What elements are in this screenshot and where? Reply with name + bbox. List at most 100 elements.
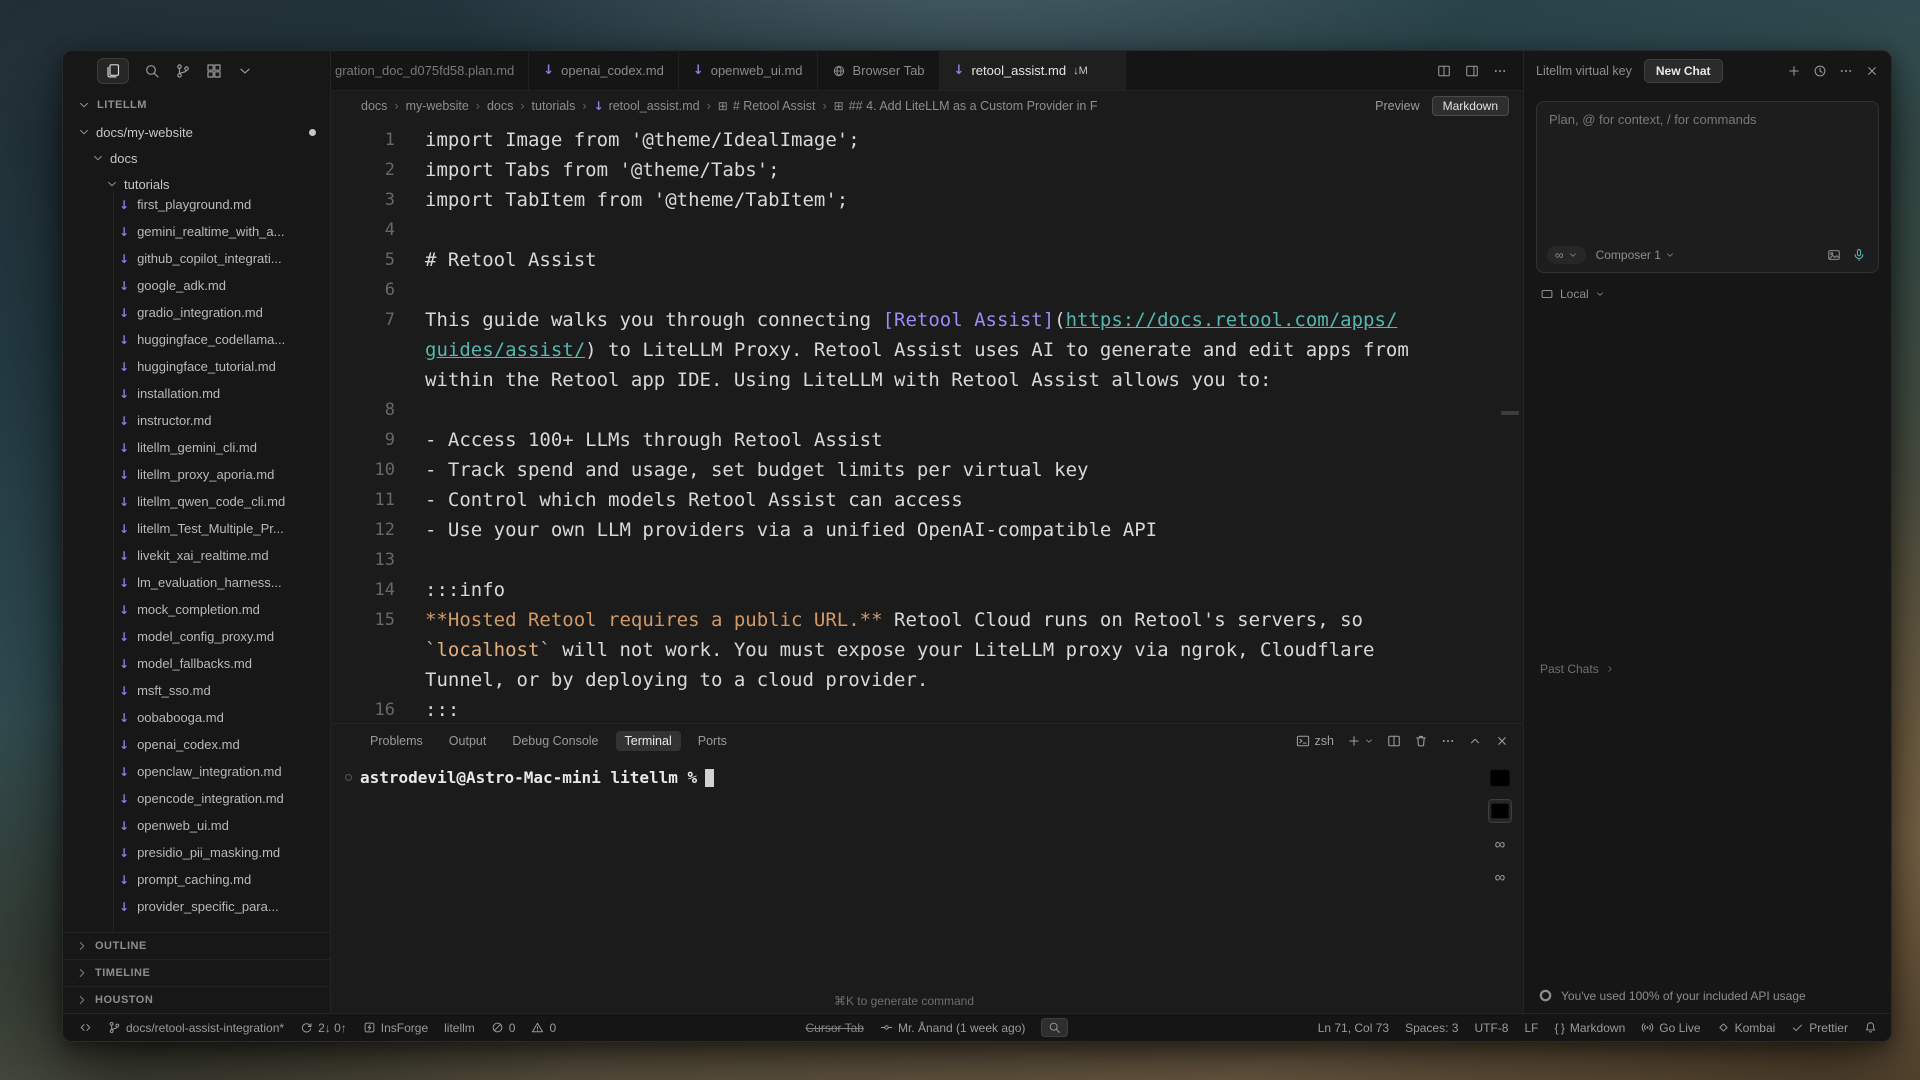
status-insforge[interactable]: InsForge (363, 1021, 428, 1035)
sidebar-section-outline[interactable]: OUTLINE (63, 932, 330, 959)
file-openweb-ui-md[interactable]: ↓openweb_ui.md (63, 812, 330, 839)
model-selector[interactable]: ∞ (1547, 246, 1586, 264)
status-2-0[interactable]: 2↓ 0↑ (300, 1021, 347, 1035)
sidebar-section-timeline[interactable]: TIMELINE (63, 959, 330, 986)
status-litellm[interactable]: litellm (444, 1021, 475, 1035)
terminal-icon[interactable] (1488, 766, 1512, 790)
add-chat-icon[interactable] (1787, 64, 1801, 78)
status-remote[interactable] (79, 1021, 92, 1034)
customize-layout-icon[interactable] (1465, 64, 1479, 78)
composer-selector[interactable]: Composer 1 (1596, 248, 1675, 262)
panel-tab-ports[interactable]: Ports (689, 731, 736, 751)
panel-tab-output[interactable]: Output (440, 731, 496, 751)
status-0[interactable]: 0 (491, 1021, 516, 1035)
close-panel-icon[interactable] (1495, 734, 1509, 748)
infinity-icon[interactable]: ∞ (1488, 832, 1512, 856)
new-chat-button[interactable]: New Chat (1644, 59, 1723, 83)
folder-docs[interactable]: docs (63, 145, 330, 171)
status-utf-8[interactable]: UTF-8 (1474, 1021, 1508, 1035)
status-0[interactable]: 0 (531, 1021, 556, 1035)
file-litellm-proxy-aporia-md[interactable]: ↓litellm_proxy_aporia.md (63, 461, 330, 488)
terminal-icon[interactable] (1488, 799, 1512, 823)
sidebar-section-houston[interactable]: HOUSTON (63, 986, 330, 1013)
past-chats[interactable]: Past Chats (1524, 662, 1891, 676)
image-icon[interactable] (1827, 248, 1841, 262)
file-huggingface-tutorial-md[interactable]: ↓huggingface_tutorial.md (63, 353, 330, 380)
file-provider-specific-para[interactable]: ↓provider_specific_para... (63, 893, 330, 920)
status-markdown[interactable]: { }Markdown (1554, 1021, 1625, 1035)
mode-selector[interactable]: Local (1524, 281, 1891, 307)
search-button[interactable] (144, 63, 160, 79)
file-first-playground-md[interactable]: ↓first_playground.md (63, 191, 330, 218)
terminal-more-icon[interactable] (1441, 734, 1455, 748)
tab-openai-codex-md[interactable]: ↓openai_codex.md (529, 51, 679, 90)
files-button[interactable] (97, 58, 129, 84)
file-litellm-gemini-cli-md[interactable]: ↓litellm_gemini_cli.md (63, 434, 330, 461)
terminal-content[interactable]: astrodevil@Astro-Mac-mini litellm % (331, 758, 1477, 1013)
close-chat-panel-icon[interactable] (1865, 64, 1879, 78)
file-gemini-realtime-with-a[interactable]: ↓gemini_realtime_with_a... (63, 218, 330, 245)
folder-docs-my-website[interactable]: docs/my-website (63, 119, 330, 145)
file-mock-completion-md[interactable]: ↓mock_completion.md (63, 596, 330, 623)
breadcrumb-item-4-add-litellm-as-a-custom-provider-in-f[interactable]: ⊞## 4. Add LiteLLM as a Custom Provider … (834, 99, 1098, 113)
file-installation-md[interactable]: ↓installation.md (63, 380, 330, 407)
tab-gration-doc-d075fd58-plan-md[interactable]: gration_doc_d075fd58.plan.md (331, 51, 529, 90)
file-gradio-integration-md[interactable]: ↓gradio_integration.md (63, 299, 330, 326)
status-spaces-3[interactable]: Spaces: 3 (1405, 1021, 1458, 1035)
status-go-live[interactable]: Go Live (1641, 1021, 1700, 1035)
file-opencode-integration-md[interactable]: ↓opencode_integration.md (63, 785, 330, 812)
tab-retool-assist-md[interactable]: ↓retool_assist.md↓M (940, 51, 1126, 90)
split-editor-icon[interactable] (1437, 64, 1451, 78)
file-huggingface-codellama[interactable]: ↓huggingface_codellama... (63, 326, 330, 353)
file-openclaw-integration-md[interactable]: ↓openclaw_integration.md (63, 758, 330, 785)
file-model-fallbacks-md[interactable]: ↓model_fallbacks.md (63, 650, 330, 677)
chat-input-box[interactable]: ∞ Composer 1 (1536, 101, 1879, 273)
panel-tab-terminal[interactable]: Terminal (616, 731, 681, 751)
workspace-header[interactable]: LITELLM (63, 91, 330, 119)
panel-tab-problems[interactable]: Problems (361, 731, 432, 751)
chevron-down-button[interactable] (237, 63, 253, 79)
editor-pane[interactable]: 1import Image from '@theme/IdealImage';2… (331, 121, 1523, 723)
status-lf[interactable]: LF (1524, 1021, 1538, 1035)
close-icon[interactable] (1099, 65, 1111, 77)
panel-tab-debug-console[interactable]: Debug Console (503, 731, 607, 751)
breadcrumb-item-retool-assist-md[interactable]: ↓retool_assist.md (594, 99, 700, 113)
file-instructor-md[interactable]: ↓instructor.md (63, 407, 330, 434)
file-msft-sso-md[interactable]: ↓msft_sso.md (63, 677, 330, 704)
branch-button[interactable] (175, 63, 191, 79)
infinity-icon[interactable]: ∞ (1488, 865, 1512, 889)
preview-toggle[interactable]: Preview (1375, 99, 1419, 113)
shell-indicator[interactable]: zsh (1296, 734, 1334, 748)
status-bell[interactable] (1864, 1021, 1877, 1034)
tab-openweb-ui-md[interactable]: ↓openweb_ui.md (679, 51, 818, 90)
status-kombai[interactable]: Kombai (1717, 1021, 1776, 1035)
file-litellm-qwen-code-cli-md[interactable]: ↓litellm_qwen_code_cli.md (63, 488, 330, 515)
file-lm-evaluation-harness[interactable]: ↓lm_evaluation_harness... (63, 569, 330, 596)
kill-terminal-icon[interactable] (1414, 734, 1428, 748)
file-model-config-proxy-md[interactable]: ↓model_config_proxy.md (63, 623, 330, 650)
maximize-panel-icon[interactable] (1468, 734, 1482, 748)
file-github-copilot-integrati[interactable]: ↓github_copilot_integrati... (63, 245, 330, 272)
chat-more-icon[interactable] (1839, 64, 1853, 78)
file-openai-codex-md[interactable]: ↓openai_codex.md (63, 731, 330, 758)
status-search[interactable] (1041, 1018, 1068, 1037)
mic-icon[interactable] (1852, 248, 1866, 262)
breadcrumb-item-docs[interactable]: docs (487, 99, 513, 113)
extensions-button[interactable] (206, 63, 222, 79)
status-prettier[interactable]: Prettier (1791, 1021, 1848, 1035)
file-livekit-xai-realtime-md[interactable]: ↓livekit_xai_realtime.md (63, 542, 330, 569)
chat-input[interactable] (1549, 112, 1866, 222)
breadcrumb-item-retool-assist[interactable]: ⊞# Retool Assist (718, 99, 816, 113)
file-oobabooga-md[interactable]: ↓oobabooga.md (63, 704, 330, 731)
file-litellm-test-multiple-pr[interactable]: ↓litellm_Test_Multiple_Pr... (63, 515, 330, 542)
breadcrumb-item-docs[interactable]: docs (361, 99, 387, 113)
split-terminal-icon[interactable] (1387, 734, 1401, 748)
status-mr-nand-1-week-ago[interactable]: Mr. Ånand (1 week ago) (880, 1021, 1025, 1035)
status-docs-retool-assist-integration[interactable]: docs/retool-assist-integration* (108, 1021, 284, 1035)
history-icon[interactable] (1813, 64, 1827, 78)
file-presidio-pii-masking-md[interactable]: ↓presidio_pii_masking.md (63, 839, 330, 866)
new-terminal-button[interactable] (1347, 734, 1374, 748)
breadcrumb-item-tutorials[interactable]: tutorials (532, 99, 576, 113)
breadcrumb-item-my-website[interactable]: my-website (406, 99, 469, 113)
more-actions-icon[interactable] (1493, 64, 1507, 78)
